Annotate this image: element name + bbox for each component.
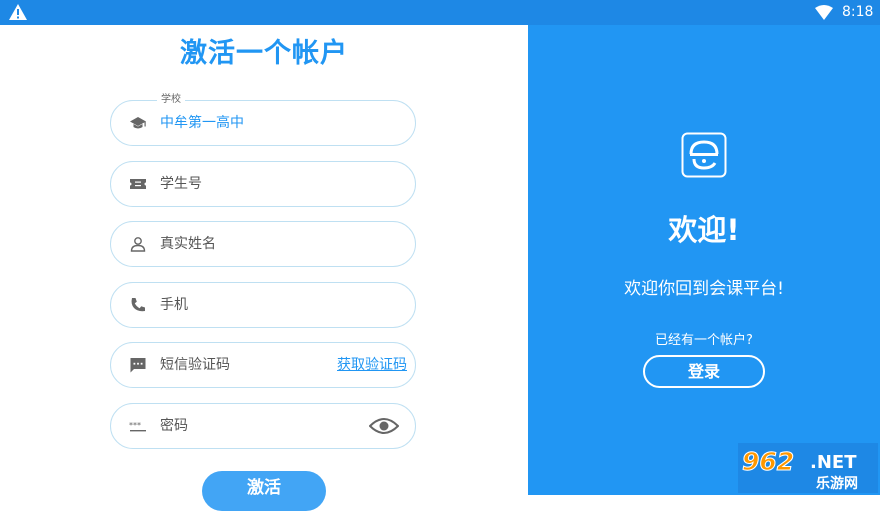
eye-icon[interactable] (369, 416, 399, 436)
password-field[interactable]: *** 密码 (110, 403, 416, 449)
password-dots-icon: *** (129, 421, 146, 432)
phone-placeholder: 手机 (160, 297, 188, 313)
watermark-name: 乐游网 (816, 475, 858, 492)
school-label: 学校 (157, 94, 185, 106)
warning-icon (9, 4, 27, 20)
app-logo-icon (681, 132, 727, 178)
student-id-field[interactable]: 学生号 (110, 161, 416, 207)
sms-code-field[interactable]: 短信验证码 获取验证码 (110, 342, 416, 388)
school-field[interactable]: 学校 中牟第一高中 (110, 94, 416, 146)
real-name-field[interactable]: 真实姓名 (110, 221, 416, 267)
sms-code-placeholder: 短信验证码 (160, 357, 230, 373)
status-bar: 8:18 (0, 0, 880, 25)
activate-button[interactable]: 激活 (202, 471, 326, 511)
welcome-subtitle: 欢迎你回到会课平台! (624, 279, 784, 299)
message-icon (130, 358, 146, 373)
person-icon (130, 237, 146, 252)
have-account-text: 已经有一个帐户? (655, 333, 753, 348)
phone-field[interactable]: 手机 (110, 282, 416, 328)
get-code-link[interactable]: 获取验证码 (337, 356, 407, 374)
activation-form-panel: 激活一个帐户 学校 中牟第一高中 学生号 真实姓名 手机 短信验证码 获取验证码… (0, 25, 528, 511)
svg-text:***: *** (129, 421, 141, 430)
clock: 8:18 (842, 4, 874, 20)
real-name-placeholder: 真实姓名 (160, 236, 216, 252)
form-title: 激活一个帐户 (180, 38, 348, 69)
student-id-placeholder: 学生号 (160, 176, 202, 192)
welcome-panel: 欢迎! 欢迎你回到会课平台! 已经有一个帐户? 登录 (528, 25, 880, 495)
ticket-icon (130, 179, 146, 189)
password-placeholder: 密码 (160, 418, 188, 434)
school-cap-icon (130, 117, 146, 129)
phone-icon (131, 298, 145, 312)
wifi-icon (815, 5, 833, 20)
login-button[interactable]: 登录 (643, 355, 765, 388)
watermark-suffix: .NET (810, 452, 857, 473)
watermark-number: 962 (742, 447, 794, 476)
site-watermark-logo: 962 .NET 乐游网 (738, 443, 878, 493)
school-value: 中牟第一高中 (160, 115, 244, 131)
welcome-title: 欢迎! (668, 213, 740, 247)
